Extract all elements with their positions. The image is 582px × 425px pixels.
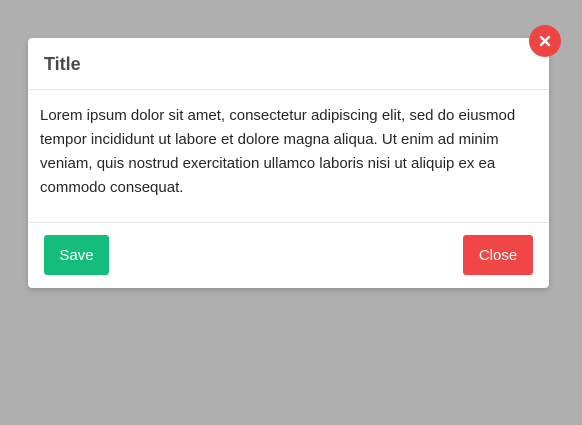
modal-body: Lorem ipsum dolor sit amet, consectetur …: [28, 90, 549, 223]
save-button[interactable]: Save: [44, 235, 109, 275]
close-button[interactable]: Close: [463, 235, 533, 275]
modal-dialog: Title Lorem ipsum dolor sit amet, consec…: [28, 38, 549, 288]
modal-body-text: Lorem ipsum dolor sit amet, consectetur …: [40, 107, 516, 196]
modal-close-x-button[interactable]: [529, 25, 561, 57]
modal-header: Title: [28, 38, 549, 90]
close-icon: [539, 35, 551, 47]
modal-title: Title: [44, 54, 81, 74]
modal-footer: Save Close: [28, 223, 549, 288]
